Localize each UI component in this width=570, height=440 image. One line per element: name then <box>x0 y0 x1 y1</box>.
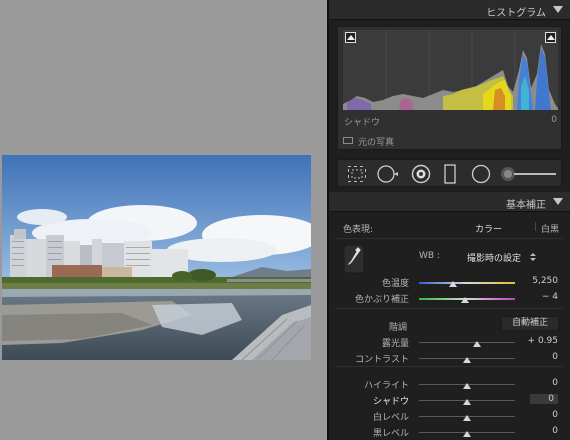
slider-thumb[interactable] <box>448 281 457 287</box>
color-treatment-label: 色表現: <box>343 225 374 235</box>
color-bw-divider: | <box>534 222 538 232</box>
slider-label: コントラスト <box>355 355 409 365</box>
photo-canvas <box>0 0 327 440</box>
shadow-clipping-button[interactable] <box>345 32 356 43</box>
slider-label: ハイライト <box>364 381 409 391</box>
slider-thumb[interactable] <box>461 297 470 303</box>
original-photo-checkbox-icon[interactable] <box>343 137 353 144</box>
slider-value[interactable]: 0 <box>552 426 558 436</box>
collapse-triangle-icon[interactable] <box>553 6 563 13</box>
wb-eyedropper-icon[interactable] <box>343 244 365 274</box>
collapse-triangle-icon[interactable] <box>553 198 563 205</box>
highlight-clipping-button[interactable] <box>545 32 556 43</box>
tone-label: 階調 <box>389 323 408 333</box>
original-photo-label: 元の写真 <box>358 138 395 148</box>
slider-label: 白レベル <box>372 413 409 423</box>
crop-icon[interactable] <box>346 164 368 184</box>
slider-thumb[interactable] <box>463 399 471 405</box>
wb-label: WB : <box>419 251 440 261</box>
graduated-filter-icon[interactable] <box>442 164 458 184</box>
red-eye-icon[interactable] <box>410 164 432 184</box>
histogram-panel: シャドウ 0 元の写真 <box>337 26 562 150</box>
slider-thumb[interactable] <box>463 357 471 363</box>
slider-value[interactable]: 0 <box>552 352 558 362</box>
slider-value[interactable]: 0 <box>552 378 558 388</box>
slider-track[interactable] <box>419 342 515 343</box>
divider <box>335 366 564 367</box>
slider-thumb[interactable] <box>463 415 471 421</box>
color-option[interactable]: カラー <box>475 222 502 235</box>
slider-label: 露光量 <box>381 339 409 349</box>
histogram-readout-label: シャドウ <box>344 118 381 128</box>
slider-value[interactable]: 0 <box>530 394 558 404</box>
slider-value[interactable]: 0 <box>552 410 558 420</box>
wb-dropdown-icon[interactable] <box>529 252 537 262</box>
spot-removal-icon[interactable] <box>376 164 402 184</box>
slider-label: シャドウ <box>372 397 409 407</box>
histogram-plot[interactable] <box>343 30 558 110</box>
slider-label: 色かぶり補正 <box>354 295 409 305</box>
slider-value[interactable]: 5,250 <box>532 276 558 286</box>
slider-label: 黒レベル <box>372 429 409 439</box>
slider-track[interactable] <box>419 282 515 284</box>
basic-panel-header[interactable]: 基本補正 <box>329 192 570 212</box>
slider-thumb[interactable] <box>472 341 481 347</box>
auto-tone-button[interactable]: 自動補正 <box>501 316 559 331</box>
divider <box>335 308 564 309</box>
slider-label: 色温度 <box>381 279 409 289</box>
photo-preview[interactable] <box>2 155 311 360</box>
slider-value[interactable]: + 0.95 <box>528 336 558 346</box>
histogram-header[interactable]: ヒストグラム <box>329 0 570 20</box>
histogram-title: ヒストグラム <box>486 8 546 19</box>
divider <box>335 238 564 239</box>
slider-thumb[interactable] <box>463 383 471 389</box>
slider-value[interactable]: − 4 <box>542 292 558 302</box>
develop-right-panel: ヒストグラム シャドウ 0 元の写真 基本補正 色表現: カラー | 白黒 WB… <box>327 0 570 440</box>
bw-option[interactable]: 白黒 <box>541 222 559 235</box>
tool-strip <box>337 159 562 187</box>
adjustment-brush-icon[interactable] <box>500 164 558 184</box>
slider-thumb[interactable] <box>463 431 471 437</box>
radial-filter-icon[interactable] <box>470 164 492 184</box>
basic-panel-title: 基本補正 <box>506 200 546 211</box>
histogram-readout-value: 0 <box>551 115 557 125</box>
wb-value[interactable]: 撮影時の設定 <box>467 251 521 264</box>
